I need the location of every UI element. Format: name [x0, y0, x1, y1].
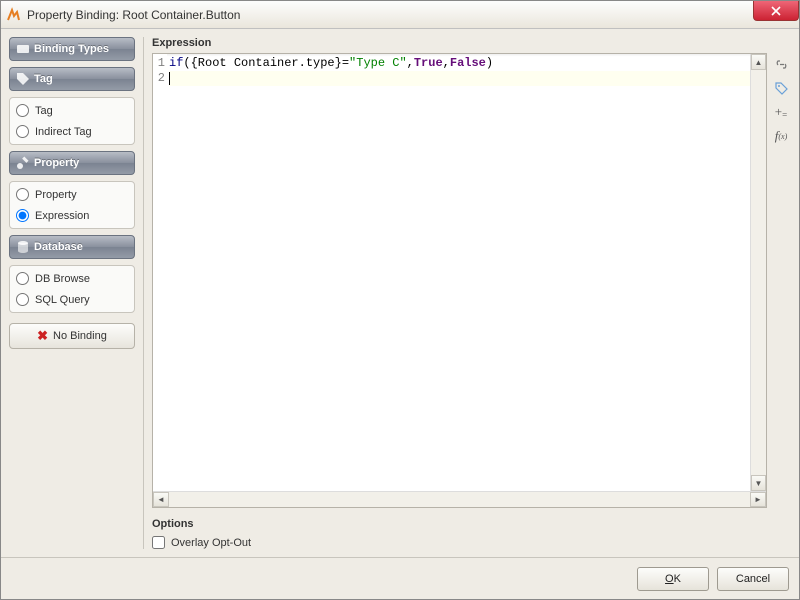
binding-types-icon: [16, 42, 30, 56]
property-header-icon: [16, 156, 30, 170]
radio-property[interactable]: Property: [16, 188, 128, 201]
window-title: Property Binding: Root Container.Button: [27, 8, 240, 22]
operator-icon[interactable]: +=: [772, 103, 790, 121]
sidebar: Binding Types Tag Tag Indirect Tag: [9, 37, 135, 549]
main-panel: Expression 1 2 if({Root Container.type}=…: [152, 37, 791, 549]
code-paren: (: [183, 56, 190, 70]
code-comma: ,: [407, 56, 414, 70]
overlay-optout-checkbox[interactable]: [152, 536, 165, 549]
content-area: Binding Types Tag Tag Indirect Tag: [1, 29, 799, 557]
tag-header-icon: [16, 72, 30, 86]
radio-tag[interactable]: Tag: [16, 104, 128, 117]
horizontal-scrollbar[interactable]: ◄ ►: [153, 491, 766, 507]
no-binding-label: No Binding: [53, 330, 107, 342]
scroll-left-arrow[interactable]: ◄: [153, 492, 169, 507]
code-reference: {Root Container.type}: [191, 56, 342, 70]
group-header-property: Property: [9, 151, 135, 175]
radio-db-browse-label: DB Browse: [35, 273, 90, 285]
cancel-button[interactable]: Cancel: [717, 567, 789, 591]
vertical-scrollbar[interactable]: ▲ ▼: [750, 54, 766, 491]
radio-indirect-tag[interactable]: Indirect Tag: [16, 125, 128, 138]
group-header-tag: Tag: [9, 67, 135, 91]
editor-wrap: 1 2 if({Root Container.type}="Type C",Tr…: [152, 53, 791, 508]
group-header-property-label: Property: [34, 157, 79, 169]
vertical-divider: [143, 37, 144, 549]
ok-text: K: [674, 573, 681, 585]
radio-property-input[interactable]: [16, 188, 29, 201]
editor-tools: += f(x): [771, 53, 791, 508]
radio-indirect-tag-input[interactable]: [16, 125, 29, 138]
titlebar: Property Binding: Root Container.Button: [1, 1, 799, 29]
tag-icon[interactable]: [772, 79, 790, 97]
group-header-database: Database: [9, 235, 135, 259]
radio-property-label: Property: [35, 189, 77, 201]
radio-expression[interactable]: Expression: [16, 209, 128, 222]
ok-button[interactable]: OK: [637, 567, 709, 591]
options-section: Options Overlay Opt-Out: [152, 518, 791, 549]
line-number: 1: [153, 56, 165, 71]
expression-editor[interactable]: 1 2 if({Root Container.type}="Type C",Tr…: [152, 53, 767, 508]
binding-types-label: Binding Types: [34, 43, 109, 55]
radio-tag-input[interactable]: [16, 104, 29, 117]
binding-types-header: Binding Types: [9, 37, 135, 61]
group-header-database-label: Database: [34, 241, 83, 253]
link-icon[interactable]: [772, 55, 790, 73]
code-comma: ,: [443, 56, 450, 70]
scroll-track[interactable]: [751, 70, 766, 475]
code-area[interactable]: if({Root Container.type}="Type C",True,F…: [167, 54, 750, 491]
overlay-optout-label: Overlay Opt-Out: [171, 537, 251, 549]
function-icon[interactable]: f(x): [772, 127, 790, 145]
group-body-property: Property Expression: [9, 181, 135, 229]
code-op: =: [342, 56, 349, 70]
radio-indirect-tag-label: Indirect Tag: [35, 126, 92, 138]
no-binding-button[interactable]: ✖ No Binding: [9, 323, 135, 349]
group-body-tag: Tag Indirect Tag: [9, 97, 135, 145]
database-header-icon: [16, 240, 30, 254]
radio-expression-input[interactable]: [16, 209, 29, 222]
code-true: True: [414, 56, 443, 70]
code-false: False: [450, 56, 486, 70]
overlay-optout-row[interactable]: Overlay Opt-Out: [152, 536, 791, 549]
group-body-database: DB Browse SQL Query: [9, 265, 135, 313]
dialog-footer: OK Cancel: [1, 557, 799, 599]
scroll-track[interactable]: [169, 492, 750, 507]
text-cursor: [169, 72, 170, 85]
close-button[interactable]: [753, 1, 799, 21]
code-keyword: if: [169, 56, 183, 70]
radio-expression-label: Expression: [35, 210, 89, 222]
radio-tag-label: Tag: [35, 105, 53, 117]
radio-db-browse[interactable]: DB Browse: [16, 272, 128, 285]
app-icon: [5, 7, 21, 23]
no-binding-x-icon: ✖: [37, 328, 48, 344]
radio-sql-query[interactable]: SQL Query: [16, 293, 128, 306]
line-gutter: 1 2: [153, 54, 167, 491]
radio-sql-query-label: SQL Query: [35, 294, 90, 306]
code-string: "Type C": [349, 56, 407, 70]
dialog-window: Property Binding: Root Container.Button …: [0, 0, 800, 600]
expression-label: Expression: [152, 37, 791, 49]
code-paren: ): [486, 56, 493, 70]
radio-sql-query-input[interactable]: [16, 293, 29, 306]
scroll-up-arrow[interactable]: ▲: [751, 54, 766, 70]
options-label: Options: [152, 518, 791, 530]
scroll-down-arrow[interactable]: ▼: [751, 475, 766, 491]
scroll-right-arrow[interactable]: ►: [750, 492, 766, 507]
radio-db-browse-input[interactable]: [16, 272, 29, 285]
group-header-tag-label: Tag: [34, 73, 53, 85]
line-number: 2: [153, 71, 165, 86]
